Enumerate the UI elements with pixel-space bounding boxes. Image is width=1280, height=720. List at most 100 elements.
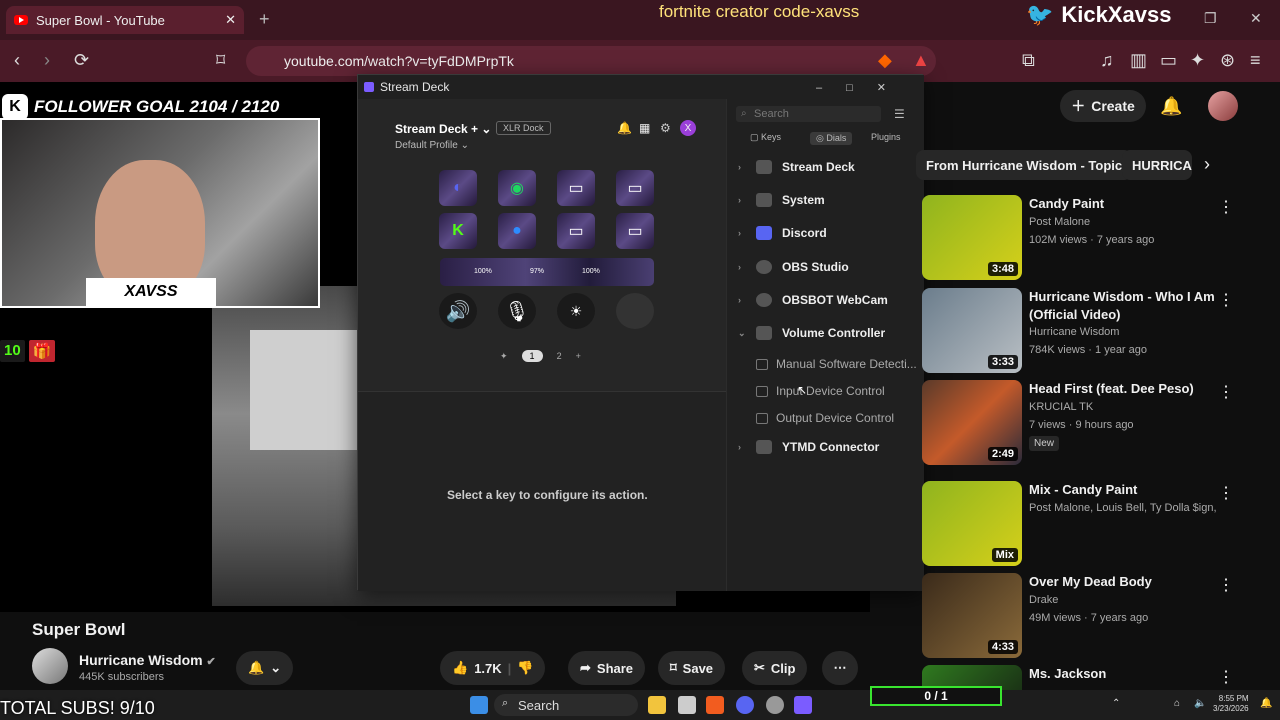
channel-name-main[interactable]: Hurricane Wisdom ✔ bbox=[79, 652, 216, 668]
restore-window-icon[interactable]: ❐ bbox=[1204, 10, 1217, 27]
notifications-icon[interactable]: 🔔 bbox=[617, 121, 632, 135]
notifications-bell-icon[interactable]: 🔔 bbox=[1160, 96, 1182, 117]
thumbs-down-icon[interactable]: 👎 bbox=[517, 660, 533, 676]
system-tray-chevron-icon[interactable]: ⌃ bbox=[1112, 698, 1120, 709]
action-output-device-control[interactable]: Output Device Control bbox=[756, 411, 894, 425]
page-selector[interactable]: ✦ 1 2 + bbox=[500, 350, 581, 362]
tab-dials[interactable]: ◎ Dials bbox=[810, 132, 853, 145]
channel-name[interactable]: Hurricane Wisdom bbox=[1029, 326, 1119, 338]
video-thumbnail[interactable]: 2:49 bbox=[922, 380, 1022, 465]
discord-taskbar-icon[interactable] bbox=[736, 696, 754, 714]
sidebar-icon[interactable]: ▥ bbox=[1130, 50, 1147, 71]
back-icon[interactable]: ‹ bbox=[14, 50, 20, 71]
leo-ai-icon[interactable]: ✦ bbox=[1190, 50, 1205, 71]
category-obs-studio[interactable]: › OBS Studio bbox=[738, 260, 849, 274]
brave-shield-icon[interactable]: ◆ bbox=[878, 50, 892, 71]
brave-rewards-icon[interactable]: ▲ bbox=[912, 50, 930, 71]
more-options-icon[interactable]: ⋮ bbox=[1218, 382, 1234, 402]
chip-hurricane[interactable]: HURRICA bbox=[1122, 150, 1192, 180]
video-thumbnail[interactable]: 3:33 bbox=[922, 288, 1022, 373]
brave-taskbar-icon[interactable] bbox=[706, 696, 724, 714]
empty-dial[interactable] bbox=[616, 293, 654, 329]
settings-icon[interactable]: ⚙ bbox=[660, 121, 671, 135]
profile-selector[interactable]: Default Profile ⌄ bbox=[395, 140, 469, 151]
marketplace-icon[interactable]: ▦ bbox=[639, 121, 650, 135]
action-input-device-control[interactable]: Input Device Control bbox=[756, 384, 885, 398]
bookmark-icon[interactable]: ⌑ bbox=[216, 50, 225, 71]
obs-taskbar-icon[interactable] bbox=[766, 696, 784, 714]
account-avatar[interactable] bbox=[1208, 91, 1238, 121]
device-name[interactable]: Stream Deck + ⌄ bbox=[395, 122, 491, 136]
more-options-icon[interactable]: ⋮ bbox=[1218, 575, 1234, 595]
touch-strip[interactable] bbox=[440, 258, 654, 286]
store-icon[interactable] bbox=[678, 696, 696, 714]
media-icon[interactable]: ♫ bbox=[1100, 50, 1114, 71]
category-discord[interactable]: › Discord bbox=[738, 226, 827, 240]
category-stream-deck[interactable]: › Stream Deck bbox=[738, 160, 855, 174]
stream-deck-taskbar-icon[interactable] bbox=[794, 696, 812, 714]
url-bar[interactable]: youtube.com/watch?v=tyFdDMPrpTk bbox=[246, 46, 936, 76]
folder-key-icon[interactable]: ▭ bbox=[557, 213, 595, 249]
video-title[interactable]: Over My Dead Body bbox=[1029, 573, 1229, 591]
subscribe-bell-button[interactable]: 🔔 ⌄ bbox=[236, 651, 294, 685]
more-options-icon[interactable]: ⋮ bbox=[1218, 197, 1234, 217]
action-manual-software-detection[interactable]: Manual Software Detecti... bbox=[756, 357, 917, 371]
category-ytmd-connector[interactable]: › YTMD Connector bbox=[738, 440, 879, 454]
create-button[interactable]: ＋ Create bbox=[1060, 90, 1146, 122]
mix-thumbnail[interactable]: Mix bbox=[922, 481, 1022, 566]
menu-icon[interactable]: ≡ bbox=[1250, 50, 1261, 71]
add-page[interactable]: + bbox=[576, 351, 581, 361]
chevron-right-icon[interactable]: › bbox=[1204, 154, 1210, 175]
zoom-key-icon[interactable]: ● bbox=[498, 213, 536, 249]
video-title[interactable]: Mix - Candy Paint bbox=[1029, 481, 1229, 499]
brightness-dial-icon[interactable]: ☀ bbox=[557, 293, 595, 329]
notification-center-icon[interactable]: 🔔 bbox=[1260, 698, 1272, 709]
channel-name[interactable]: KRUCIAL TK bbox=[1029, 401, 1093, 413]
page-2[interactable]: 2 bbox=[557, 351, 562, 361]
more-options-icon[interactable]: ⋮ bbox=[1218, 483, 1234, 503]
user-avatar[interactable]: X bbox=[680, 120, 696, 136]
windows-start-icon[interactable] bbox=[470, 696, 488, 714]
video-thumbnail[interactable]: 3:48 bbox=[922, 195, 1022, 280]
volume-icon[interactable]: 🔈 bbox=[1194, 698, 1206, 709]
channel-name[interactable]: Post Malone, Louis Bell, Ty Dolla $ign, … bbox=[1029, 502, 1219, 514]
folder-key-icon[interactable]: ▭ bbox=[557, 170, 595, 206]
kick-key-icon[interactable]: K bbox=[439, 213, 477, 249]
share-button[interactable]: ➦ Share bbox=[568, 651, 646, 685]
chip-from-hurricane-wisdom[interactable]: From Hurricane Wisdom - Topic bbox=[916, 150, 1133, 180]
save-button[interactable]: ⌑ Save bbox=[658, 651, 726, 685]
list-view-icon[interactable]: ☰ bbox=[894, 107, 905, 121]
browser-tab[interactable]: Super Bowl - YouTube ✕ bbox=[6, 6, 244, 34]
video-title[interactable]: Hurricane Wisdom - Who I Am (Official Vi… bbox=[1029, 288, 1229, 324]
more-options-icon[interactable]: ⋮ bbox=[1218, 290, 1234, 310]
category-system[interactable]: › System bbox=[738, 193, 825, 207]
new-tab-button[interactable]: + bbox=[259, 9, 270, 30]
channel-avatar[interactable] bbox=[32, 648, 68, 684]
tab-plugins[interactable]: Plugins bbox=[871, 132, 901, 142]
video-title[interactable]: Ms. Jackson bbox=[1029, 665, 1229, 683]
actions-search-input[interactable]: Search bbox=[736, 106, 881, 122]
discord-key-icon[interactable]: ◐ bbox=[439, 170, 477, 206]
page-1[interactable]: 1 bbox=[521, 350, 543, 362]
category-volume-controller[interactable]: ⌄ Volume Controller bbox=[738, 326, 885, 340]
like-button[interactable]: 👍 1.7K | 👎 bbox=[440, 651, 546, 685]
extensions-icon[interactable]: ⧉ bbox=[1022, 50, 1035, 71]
clip-button[interactable]: ✂ Clip bbox=[742, 651, 808, 685]
video-title[interactable]: Candy Paint bbox=[1029, 195, 1229, 213]
more-options-icon[interactable]: ⋮ bbox=[1218, 667, 1234, 687]
volume-dial-icon[interactable]: 🔊 bbox=[439, 293, 477, 329]
spotify-key-icon[interactable]: ◉ bbox=[498, 170, 536, 206]
close-tab-icon[interactable]: ✕ bbox=[225, 12, 236, 28]
folder-key-icon[interactable]: ▭ bbox=[616, 170, 654, 206]
network-icon[interactable]: ⌂ bbox=[1174, 698, 1180, 709]
more-actions-button[interactable]: ⋯ bbox=[822, 651, 858, 685]
file-explorer-icon[interactable] bbox=[648, 696, 666, 714]
video-thumbnail[interactable]: 4:33 bbox=[922, 573, 1022, 658]
folder-key-icon[interactable]: ▭ bbox=[616, 213, 654, 249]
device-badge[interactable]: XLR Dock bbox=[496, 121, 551, 135]
channel-name[interactable]: Post Malone bbox=[1029, 216, 1090, 228]
channel-name[interactable]: Drake bbox=[1029, 594, 1058, 606]
taskbar-clock[interactable]: 8:55 PM 3/23/2026 bbox=[1213, 694, 1249, 714]
vpn-icon[interactable]: ⊛ bbox=[1220, 50, 1235, 71]
close-window-icon[interactable]: ✕ bbox=[1250, 10, 1262, 27]
